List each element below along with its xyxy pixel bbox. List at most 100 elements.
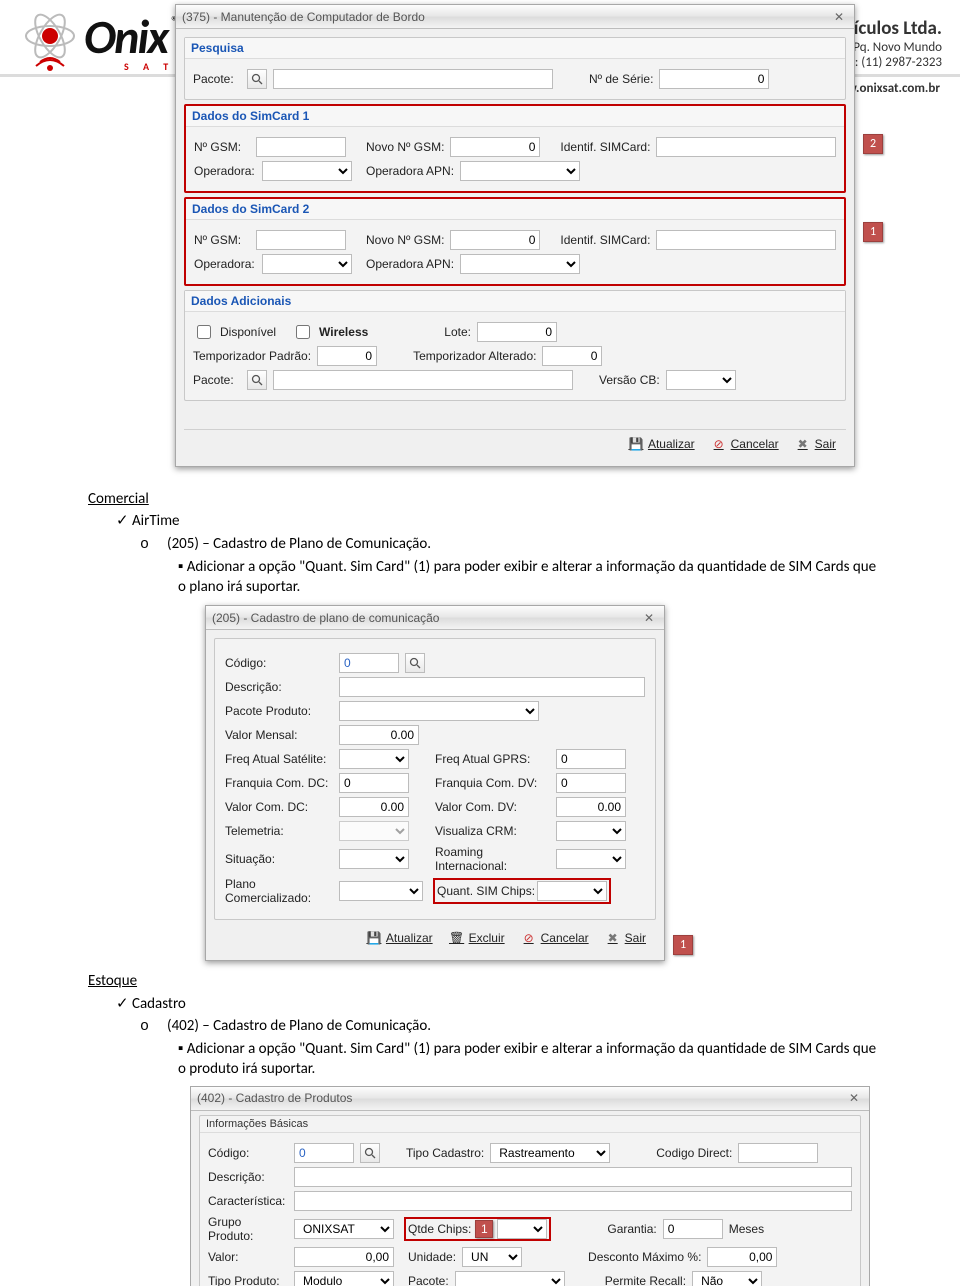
- label-unidade: Unidade:: [408, 1250, 456, 1264]
- input-codigo[interactable]: [339, 653, 399, 673]
- label-pacote-prod: Pacote Produto:: [225, 704, 333, 718]
- select-unidade[interactable]: UN: [462, 1247, 522, 1267]
- label-franq-dv: Franquia Com. DV:: [435, 776, 550, 790]
- search-icon[interactable]: [247, 370, 267, 390]
- item-402-desc: Adicionar a opção "Quant. Sim Card" (1) …: [178, 1039, 882, 1080]
- sair-button[interactable]: ✖Sair: [605, 930, 646, 946]
- select-quant[interactable]: [537, 881, 607, 901]
- label-ident1: Identif. SIMCard:: [560, 140, 650, 154]
- select-grupo[interactable]: ONIXSAT: [294, 1219, 394, 1239]
- cancelar-button[interactable]: ⊘Cancelar: [521, 930, 589, 946]
- label-franq-dc: Franquia Com. DC:: [225, 776, 333, 790]
- search-icon[interactable]: [405, 653, 425, 673]
- input-ngsm1[interactable]: [256, 137, 346, 157]
- label-novongsm2: Novo Nº GSM:: [366, 233, 444, 247]
- panel-simcard1: Dados do SimCard 1 Nº GSM: Novo Nº GSM: …: [184, 104, 846, 193]
- logo-block: Onix ® S A T: [18, 6, 178, 74]
- select-roam[interactable]: [556, 849, 626, 869]
- delete-icon: 🗑: [449, 930, 465, 946]
- input-valor[interactable]: [294, 1247, 394, 1267]
- select-operadora1[interactable]: [262, 161, 352, 181]
- select-plano[interactable]: [339, 881, 423, 901]
- label-lote: Lote:: [444, 325, 471, 339]
- save-icon: 💾: [366, 930, 382, 946]
- panel-simcard1-header: Dados do SimCard 1: [186, 106, 844, 127]
- select-freq-sat[interactable]: [339, 749, 409, 769]
- input-descmax[interactable]: [707, 1247, 777, 1267]
- select-operadora2[interactable]: [262, 254, 352, 274]
- label-garantia: Garantia:: [607, 1222, 656, 1236]
- input-nserie[interactable]: [659, 69, 769, 89]
- dialog-205: (205) - Cadastro de plano de comunicação…: [205, 605, 665, 961]
- input-freq-gprs[interactable]: [556, 749, 626, 769]
- dialog-205-titlebar: (205) - Cadastro de plano de comunicação…: [206, 606, 664, 630]
- title-comercial: Comercial: [88, 489, 882, 509]
- input-ident1[interactable]: [656, 137, 836, 157]
- label-tipo-prod: Tipo Produto:: [208, 1274, 288, 1286]
- section-estoque: Estoque Cadastro (402) – Cadastro de Pla…: [0, 961, 960, 1079]
- input-novongsm1[interactable]: [450, 137, 540, 157]
- input-garantia[interactable]: [663, 1219, 723, 1239]
- select-permite[interactable]: Não: [692, 1271, 762, 1286]
- input-novongsm2[interactable]: [450, 230, 540, 250]
- item-cadastro: Cadastro: [116, 994, 882, 1014]
- dialog-375: (375) - Manutenção de Computador de Bord…: [175, 4, 855, 467]
- close-icon[interactable]: ✕: [830, 9, 848, 25]
- input-ngsm2[interactable]: [256, 230, 346, 250]
- input-pacote2[interactable]: [273, 370, 573, 390]
- input-cod-direct[interactable]: [738, 1143, 818, 1163]
- label-temp-padrao: Temporizador Padrão:: [193, 349, 311, 363]
- panel-simcard2-header: Dados do SimCard 2: [186, 199, 844, 220]
- atualizar-button[interactable]: 💾Atualizar: [628, 436, 695, 452]
- item-205: (205) – Cadastro de Plano de Comunicação…: [140, 534, 882, 555]
- cancelar-button[interactable]: ⊘Cancelar: [711, 436, 779, 452]
- select-opapn2[interactable]: [460, 254, 580, 274]
- select-versaocb[interactable]: [666, 370, 736, 390]
- panel-adicionais-header: Dados Adicionais: [185, 291, 845, 312]
- close-icon[interactable]: ✕: [845, 1090, 863, 1106]
- input-temp-padrao[interactable]: [317, 346, 377, 366]
- input-caract[interactable]: [294, 1191, 852, 1211]
- select-pacote-prod[interactable]: [339, 701, 539, 721]
- label-temp-alt: Temporizador Alterado:: [413, 349, 536, 363]
- logo-sat: S A T: [124, 60, 178, 73]
- label-val-dc: Valor Com. DC:: [225, 800, 333, 814]
- label-qtde: Qtde Chips:: [408, 1222, 471, 1236]
- select-tipo-cad[interactable]: Rastreamento: [490, 1143, 610, 1163]
- input-franq-dv[interactable]: [556, 773, 626, 793]
- label-nserie: Nº de Série:: [589, 72, 653, 86]
- cancel-icon: ⊘: [711, 436, 727, 452]
- badge-1: 1: [673, 935, 693, 955]
- search-icon[interactable]: [360, 1143, 380, 1163]
- label-novongsm1: Novo Nº GSM:: [366, 140, 444, 154]
- input-lote[interactable]: [477, 322, 557, 342]
- select-viscrm[interactable]: [556, 821, 626, 841]
- input-pacote[interactable]: [273, 69, 553, 89]
- input-codigo[interactable]: [294, 1143, 354, 1163]
- select-qtde[interactable]: [497, 1219, 547, 1239]
- search-icon[interactable]: [247, 69, 267, 89]
- input-descricao[interactable]: [339, 677, 645, 697]
- input-descricao[interactable]: [294, 1167, 852, 1187]
- select-opapn1[interactable]: [460, 161, 580, 181]
- input-valor-mensal[interactable]: [339, 725, 419, 745]
- input-ident2[interactable]: [656, 230, 836, 250]
- input-temp-alt[interactable]: [542, 346, 602, 366]
- checkbox-wireless[interactable]: [296, 325, 310, 339]
- sair-button[interactable]: ✖Sair: [795, 436, 836, 452]
- select-telem[interactable]: [339, 821, 409, 841]
- select-sit[interactable]: [339, 849, 409, 869]
- label-codigo: Código:: [208, 1146, 288, 1160]
- select-tipo-prod[interactable]: Modulo: [294, 1271, 394, 1286]
- excluir-button[interactable]: 🗑Excluir: [449, 930, 505, 946]
- input-val-dc[interactable]: [339, 797, 409, 817]
- input-val-dv[interactable]: [556, 797, 626, 817]
- checkbox-disponivel[interactable]: [197, 325, 211, 339]
- label-valor-mensal: Valor Mensal:: [225, 728, 333, 742]
- label-viscrm: Visualiza CRM:: [435, 824, 550, 838]
- label-descmax: Desconto Máximo %:: [588, 1250, 701, 1264]
- close-icon[interactable]: ✕: [640, 610, 658, 626]
- atualizar-button[interactable]: 💾Atualizar: [366, 930, 433, 946]
- input-franq-dc[interactable]: [339, 773, 409, 793]
- select-pacote[interactable]: [455, 1271, 565, 1286]
